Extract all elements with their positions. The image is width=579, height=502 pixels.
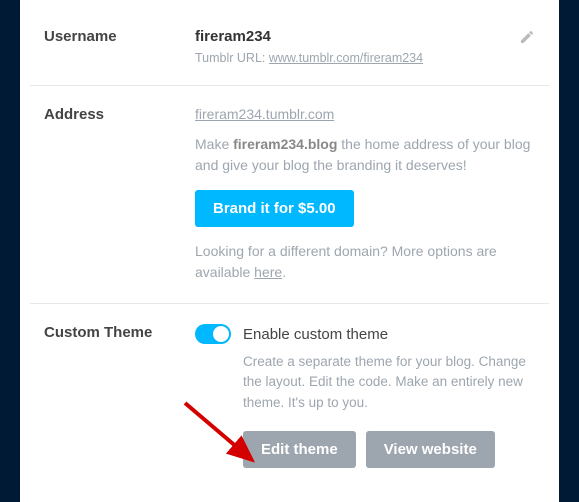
custom-theme-label: Custom Theme: [30, 324, 195, 468]
address-domain-link[interactable]: fireram234.tumblr.com: [195, 106, 334, 122]
theme-description: Create a separate theme for your blog. C…: [243, 352, 535, 413]
address-label: Address: [30, 106, 195, 283]
tumblr-url-line: Tumblr URL: www.tumblr.com/fireram234: [195, 51, 535, 65]
username-value: fireram234: [195, 28, 271, 45]
address-row: Address fireram234.tumblr.com Make firer…: [30, 85, 549, 303]
brand-button[interactable]: Brand it for $5.00: [195, 190, 354, 227]
edit-theme-button[interactable]: Edit theme: [243, 431, 356, 468]
username-label: Username: [30, 28, 195, 65]
tumblr-url-link[interactable]: www.tumblr.com/fireram234: [269, 51, 423, 65]
edit-icon[interactable]: [519, 29, 535, 45]
address-description: Make fireram234.blog the home address of…: [195, 134, 535, 176]
custom-theme-row: Custom Theme Enable custom theme Create …: [30, 303, 549, 488]
view-website-button[interactable]: View website: [366, 431, 495, 468]
toggle-label: Enable custom theme: [243, 326, 388, 343]
username-row: Username fireram234 Tumblr URL: www.tumb…: [30, 0, 549, 85]
custom-theme-toggle[interactable]: [195, 324, 231, 344]
more-options-text: Looking for a different domain? More opt…: [195, 241, 535, 283]
more-options-link[interactable]: here: [254, 264, 282, 280]
